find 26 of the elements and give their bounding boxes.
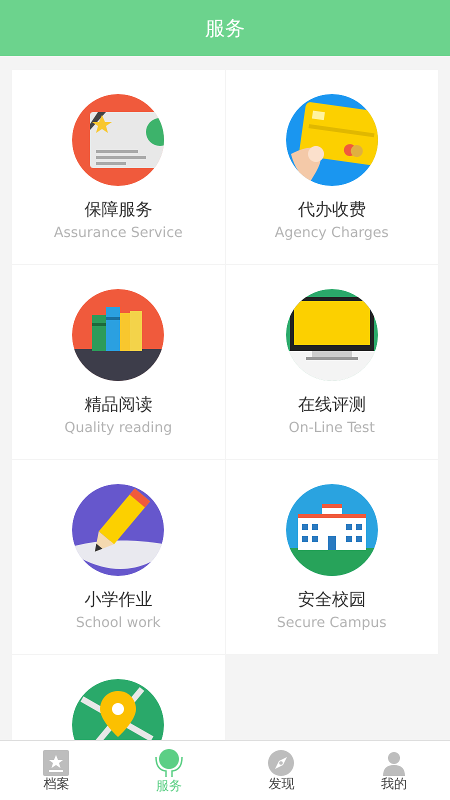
tab[interactable]: 我的 — [338, 741, 450, 800]
service-subtitle: Assurance Service — [54, 225, 183, 243]
service-title: 在线评测 — [298, 395, 366, 416]
tab[interactable]: 档案 — [0, 741, 112, 800]
service-tile[interactable]: 代办收费 Agency Charges — [226, 70, 438, 264]
compass-icon — [268, 750, 294, 776]
page-title: 服务 — [205, 15, 245, 42]
service-subtitle: Quality reading — [64, 420, 172, 438]
service-tile[interactable]: 安全校园 Secure Campus — [226, 460, 438, 654]
service-title: 小学作业 — [84, 590, 152, 612]
service-icon — [152, 748, 185, 778]
service-tile[interactable]: 在线评测 On-Line Test — [226, 265, 438, 459]
service-title: 安全校园 — [298, 590, 366, 612]
service-title: 精品阅读 — [84, 395, 152, 416]
service-tile[interactable]: 小学作业 School work — [12, 460, 224, 654]
service-subtitle: School work — [76, 615, 161, 633]
service-subtitle: Secure Campus — [276, 615, 387, 633]
tab[interactable]: 发现 — [225, 741, 338, 800]
service-tile[interactable]: 精品阅读 Quality reading — [12, 265, 224, 459]
service-title: 保障服务 — [84, 200, 152, 222]
star-card-icon — [43, 750, 70, 776]
person-icon — [380, 750, 407, 776]
service-subtitle: On-Line Test — [288, 420, 375, 438]
service-title: 代办收费 — [298, 200, 366, 222]
service-tile[interactable]: 保障服务 Assurance Service — [12, 70, 224, 264]
service-subtitle: Agency Charges — [274, 225, 389, 243]
